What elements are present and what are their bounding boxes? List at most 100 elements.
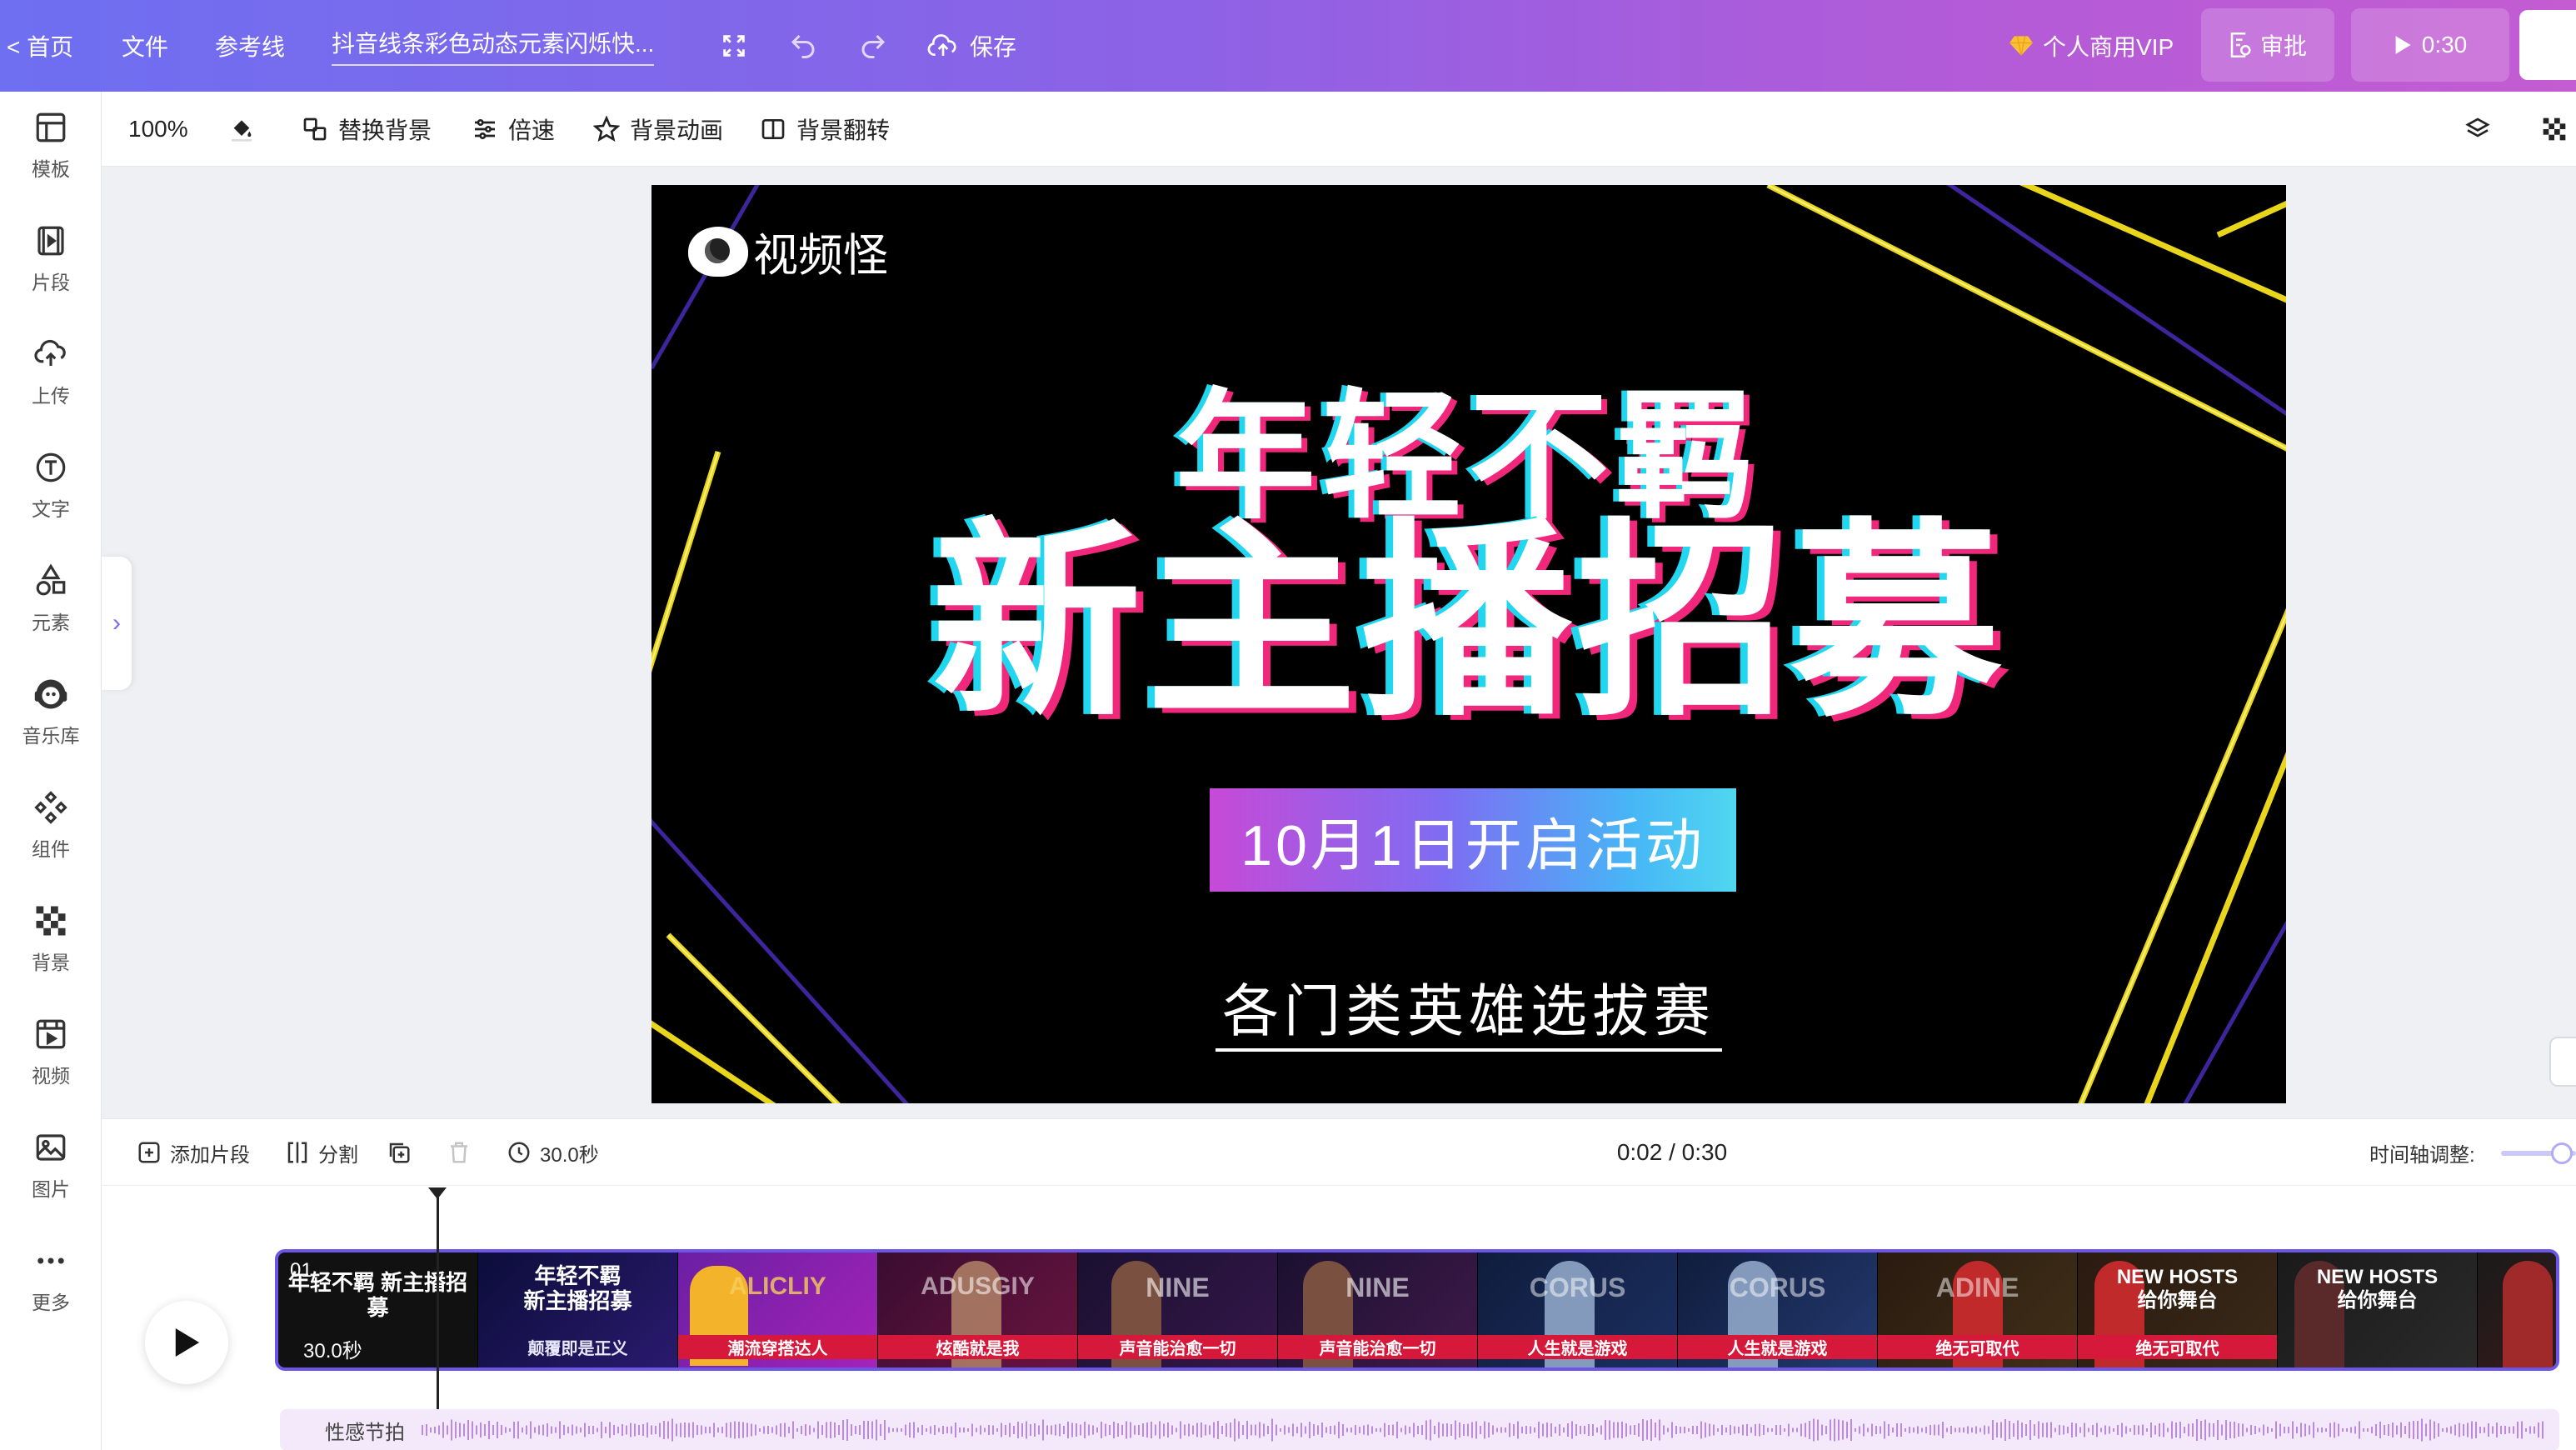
video-preview-canvas[interactable]: 视频怪 年轻不羁 新主播招募 10月1日开启活动 各门类英雄选拔赛 bbox=[651, 185, 2286, 1103]
vip-label: 个人商用VIP bbox=[2043, 34, 2174, 60]
thumbnail-subtitle: 潮流穿搭达人 bbox=[678, 1335, 877, 1359]
speed-label: 倍速 bbox=[508, 118, 556, 143]
zoom-value: 100% bbox=[128, 116, 188, 142]
clip-icon bbox=[37, 226, 64, 256]
sidebar-item-label: 片段 bbox=[32, 272, 70, 293]
playback-time: 0:02 / 0:30 bbox=[1616, 1139, 1728, 1165]
thumbnail-title: ADUSGIY bbox=[921, 1272, 1035, 1300]
timeline-panel: 添加片段 分割 30.0秒 0:02 / 0:30 时间轴调整: 01 30.0… bbox=[102, 1118, 2576, 1450]
thumbnail-subtitle: 声音能治愈一切 bbox=[1078, 1335, 1277, 1359]
top-bar: < 首页 文件 参考线 抖音线条彩色动态元素闪烁快... 保存 个人商用VIP … bbox=[0, 0, 2576, 92]
sidebar-item-label: 视频 bbox=[32, 1065, 70, 1087]
sidebar-item-elements[interactable]: 元素 bbox=[0, 553, 102, 645]
sidebar-item-label: 组件 bbox=[32, 838, 70, 860]
audio-track[interactable]: 性感节拍 bbox=[280, 1409, 2559, 1450]
expand-panel-chevron-icon[interactable]: › bbox=[102, 557, 132, 690]
add-clip-label: 添加片段 bbox=[170, 1143, 250, 1167]
upload-icon bbox=[34, 339, 66, 366]
sidebar-item-template[interactable]: 模板 bbox=[0, 100, 102, 192]
project-title[interactable]: 抖音线条彩色动态元素闪烁快... bbox=[332, 0, 655, 92]
thumbnail-title: ADINE bbox=[1935, 1272, 2019, 1302]
thumbnail-subtitle: 炫酷就是我 bbox=[878, 1335, 1077, 1359]
transparency-grid-icon[interactable] bbox=[2541, 92, 2568, 167]
thumbnail-title: NINE bbox=[1146, 1272, 1210, 1302]
shapes-icon bbox=[36, 563, 66, 596]
sidebar-item-label: 元素 bbox=[32, 612, 70, 633]
clip-thumbnail: CORUS 人生就是游戏 bbox=[1478, 1252, 1678, 1368]
fullscreen-icon[interactable] bbox=[720, 0, 748, 92]
sidebar-item-clips[interactable]: 片段 bbox=[0, 213, 102, 305]
project-title-text[interactable]: 抖音线条彩色动态元素闪烁快... bbox=[332, 26, 655, 66]
file-menu[interactable]: 文件 bbox=[122, 0, 168, 92]
video-icon bbox=[36, 1019, 66, 1049]
clip-thumbnail: N bbox=[2478, 1252, 2556, 1368]
diamond-icon bbox=[2009, 36, 2033, 56]
vip-badge[interactable]: 个人商用VIP bbox=[2009, 0, 2174, 92]
side-panel-toggle[interactable] bbox=[2549, 1037, 2576, 1087]
thumbnail-title: NEW HOSTS 给你舞台 bbox=[2116, 1266, 2239, 1312]
sidebar-item-music[interactable]: 音乐库 bbox=[0, 667, 102, 758]
clip-thumbnail: ADINE 绝无可取代 bbox=[1878, 1252, 2078, 1368]
timeline-toolbar: 添加片段 分割 30.0秒 0:02 / 0:30 时间轴调整: bbox=[102, 1119, 2576, 1186]
thumbnail-title: CORUS bbox=[1529, 1272, 1626, 1302]
date-banner[interactable]: 10月1日开启活动 bbox=[1210, 788, 1736, 892]
subtitle-banner[interactable]: 各门类英雄选拔赛 bbox=[651, 965, 2286, 1052]
sidebar-item-components[interactable]: 组件 bbox=[0, 780, 102, 872]
sidebar-item-more[interactable]: 更多 bbox=[0, 1233, 102, 1325]
headline-secondary[interactable]: 新主播招募 bbox=[651, 518, 2286, 728]
clip-thumbnail: 年轻不羁 新主播招募 颠覆即是正义 bbox=[478, 1252, 678, 1368]
layers-icon[interactable] bbox=[2464, 92, 2491, 167]
sidebar-item-label: 音乐库 bbox=[22, 725, 80, 747]
clip-thumbnail: ADUSGIY 炫酷就是我 bbox=[878, 1252, 1078, 1368]
thumbnail-subtitle: 人生就是游戏 bbox=[1478, 1335, 1677, 1359]
clip-thumbnail: NINE 声音能治愈一切 bbox=[1278, 1252, 1478, 1368]
speed-button[interactable]: 倍速 bbox=[472, 92, 555, 167]
sidebar-item-background[interactable]: 背景 bbox=[0, 893, 102, 985]
sidebar-item-label: 上传 bbox=[32, 385, 70, 407]
flip-icon bbox=[761, 119, 785, 139]
redo-icon[interactable] bbox=[858, 0, 888, 92]
duration-control[interactable]: 30.0秒 bbox=[507, 1119, 599, 1186]
more-icon bbox=[37, 1258, 64, 1264]
add-clip-button[interactable]: 添加片段 bbox=[137, 1119, 250, 1186]
home-link[interactable]: < 首页 bbox=[7, 0, 73, 92]
clock-icon bbox=[508, 1142, 530, 1163]
thumbnail-subtitle: 声音能治愈一切 bbox=[1278, 1335, 1477, 1359]
replace-background-button[interactable]: 替换背景 bbox=[302, 92, 432, 167]
paint-bucket-icon bbox=[232, 120, 252, 142]
split-icon bbox=[287, 1142, 307, 1163]
export-button[interactable] bbox=[2519, 10, 2576, 80]
duration-value: 30.0秒 bbox=[540, 1143, 599, 1167]
document-check-icon bbox=[2230, 32, 2251, 58]
background-animation-button[interactable]: 背景动画 bbox=[593, 92, 723, 167]
timeline-play-button[interactable] bbox=[145, 1301, 228, 1384]
sidebar-item-image[interactable]: 图片 bbox=[0, 1120, 102, 1212]
fill-color-button[interactable] bbox=[228, 92, 255, 167]
save-button[interactable]: 保存 bbox=[926, 0, 1016, 92]
background-flip-button[interactable]: 背景翻转 bbox=[760, 92, 890, 167]
undo-icon[interactable] bbox=[788, 0, 818, 92]
thumbnail-subtitle: 颠覆即是正义 bbox=[527, 1340, 628, 1358]
duplicate-icon[interactable] bbox=[387, 1119, 412, 1186]
sidebar-item-upload[interactable]: 上传 bbox=[0, 327, 102, 418]
audio-track-name: 性感节拍 bbox=[325, 1421, 405, 1444]
split-button[interactable]: 分割 bbox=[285, 1119, 358, 1186]
background-icon bbox=[36, 906, 66, 936]
brand-logo-text: 视频怪 bbox=[753, 231, 888, 281]
template-icon bbox=[36, 112, 66, 142]
timeline-clip[interactable]: 01 30.0秒 年轻不羁 新主播招募 年轻不羁 新主播招募 颠覆即是正义 AL… bbox=[275, 1249, 2559, 1371]
approve-button[interactable]: 审批 bbox=[2201, 8, 2334, 82]
sidebar-item-video[interactable]: 视频 bbox=[0, 1007, 102, 1098]
sidebar-item-text[interactable]: 文字 bbox=[0, 440, 102, 532]
zoom-level[interactable]: 100% bbox=[128, 92, 188, 167]
clip-duration: 30.0秒 bbox=[303, 1340, 362, 1362]
preview-duration: 0:30 bbox=[2421, 32, 2468, 58]
delete-icon[interactable] bbox=[447, 1119, 472, 1186]
image-icon bbox=[36, 1134, 66, 1161]
timeline-zoom-slider-handle[interactable] bbox=[2551, 1142, 2573, 1164]
replace-background-label: 替换背景 bbox=[338, 118, 432, 143]
cloud-upload-icon bbox=[927, 34, 956, 56]
preview-play-button[interactable]: 0:30 bbox=[2351, 8, 2509, 82]
split-label: 分割 bbox=[318, 1143, 358, 1167]
guides-menu[interactable]: 参考线 bbox=[215, 0, 285, 92]
